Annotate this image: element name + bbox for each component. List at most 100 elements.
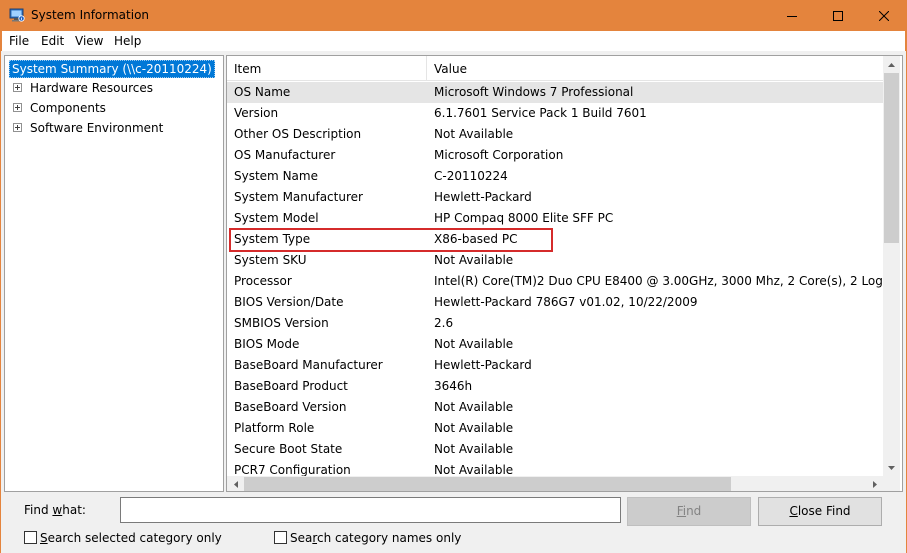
close-window-button[interactable] bbox=[861, 0, 907, 31]
checkbox-label: Search selected category only bbox=[40, 530, 222, 546]
expand-icon[interactable] bbox=[13, 123, 22, 132]
cell-item: OS Name bbox=[234, 85, 291, 99]
minimize-button[interactable] bbox=[769, 0, 815, 31]
table-row[interactable]: System SKU Not Available bbox=[227, 250, 883, 271]
column-header-value[interactable]: Value bbox=[434, 62, 467, 76]
cell-value: X86-based PC bbox=[434, 232, 518, 246]
maximize-button[interactable] bbox=[815, 0, 861, 31]
table-row[interactable]: OS Name Microsoft Windows 7 Professional bbox=[227, 82, 883, 103]
title-bar: System Information bbox=[0, 0, 907, 31]
column-divider[interactable] bbox=[426, 56, 427, 81]
scroll-right-button[interactable] bbox=[866, 476, 883, 491]
vertical-scroll-thumb[interactable] bbox=[884, 73, 899, 243]
cell-value: C-20110224 bbox=[434, 169, 508, 183]
cell-item: System Name bbox=[234, 169, 318, 183]
cell-item: System SKU bbox=[234, 253, 307, 267]
category-tree[interactable]: System Summary (\\c-20110224) Hardware R… bbox=[4, 55, 224, 492]
menu-view[interactable]: View bbox=[75, 34, 103, 48]
column-header-item[interactable]: Item bbox=[234, 62, 261, 76]
list-header: Item Value bbox=[227, 56, 883, 81]
horizontal-scroll-thumb[interactable] bbox=[244, 477, 731, 491]
cell-item: BaseBoard Manufacturer bbox=[234, 358, 383, 372]
checkbox-box[interactable] bbox=[274, 531, 287, 544]
window-title: System Information bbox=[31, 8, 150, 22]
table-row[interactable]: BaseBoard Version Not Available bbox=[227, 397, 883, 418]
cell-item: Other OS Description bbox=[234, 127, 362, 141]
table-row[interactable]: System Type X86-based PC bbox=[227, 229, 883, 250]
table-row[interactable]: SMBIOS Version 2.6 bbox=[227, 313, 883, 334]
scroll-up-button[interactable] bbox=[883, 56, 900, 73]
cell-value: 2.6 bbox=[434, 316, 454, 330]
cell-item: BIOS Mode bbox=[234, 337, 300, 351]
close-icon bbox=[879, 10, 889, 21]
chevron-up-icon bbox=[888, 62, 895, 67]
table-row[interactable]: System Name C-20110224 bbox=[227, 166, 883, 187]
cell-value: Intel(R) Core(TM)2 Duo CPU E8400 @ 3.00G… bbox=[434, 274, 883, 288]
cell-value: Hewlett-Packard bbox=[434, 358, 532, 372]
button-accelerator: Fi bbox=[676, 504, 687, 518]
cell-item: BaseBoard Version bbox=[234, 400, 347, 414]
cell-item: BaseBoard Product bbox=[234, 379, 348, 393]
vertical-scrollbar[interactable] bbox=[883, 56, 900, 476]
search-category-names-checkbox[interactable]: Search category names only bbox=[274, 530, 464, 546]
search-selected-category-checkbox[interactable]: Search selected category only bbox=[24, 530, 224, 546]
table-row[interactable]: BaseBoard Manufacturer Hewlett-Packard bbox=[227, 355, 883, 376]
table-row[interactable]: Secure Boot State Not Available bbox=[227, 439, 883, 460]
minimize-icon bbox=[787, 15, 797, 17]
table-row[interactable]: Platform Role Not Available bbox=[227, 418, 883, 439]
label-text: Find bbox=[24, 503, 53, 517]
find-what-input[interactable] bbox=[120, 497, 621, 523]
table-row[interactable]: BIOS Version/Date Hewlett-Packard 786G7 v… bbox=[227, 292, 883, 313]
chevron-right-icon bbox=[872, 481, 877, 488]
cell-value: Microsoft Windows 7 Professional bbox=[434, 85, 634, 99]
close-find-button[interactable]: Close Find bbox=[758, 497, 882, 526]
cell-value: 6.1.7601 Service Pack 1 Build 7601 bbox=[434, 106, 647, 120]
find-what-label: Find what: bbox=[24, 502, 86, 518]
tree-item-system-summary[interactable]: System Summary (\\c-20110224) bbox=[9, 59, 215, 79]
menu-bar: File Edit View Help bbox=[1, 31, 906, 51]
horizontal-scrollbar[interactable] bbox=[227, 476, 883, 491]
cell-value: Hewlett-Packard 786G7 v01.02, 10/22/2009 bbox=[434, 295, 698, 309]
list-rows: OS Name Microsoft Windows 7 Professional V… bbox=[227, 82, 883, 476]
cell-value: Not Available bbox=[434, 463, 514, 476]
label-accelerator: S bbox=[40, 531, 48, 545]
table-row[interactable]: BaseBoard Product 3646h bbox=[227, 376, 883, 397]
label-accelerator: w bbox=[52, 503, 63, 517]
menu-help[interactable]: Help bbox=[114, 34, 141, 48]
cell-item: BIOS Version/Date bbox=[234, 295, 344, 309]
table-row[interactable]: Version 6.1.7601 Service Pack 1 Build 760… bbox=[227, 103, 883, 124]
cell-value: 3646h bbox=[434, 379, 473, 393]
label-text: Sea bbox=[290, 531, 313, 545]
maximize-icon bbox=[833, 10, 843, 21]
table-row[interactable]: PCR7 Configuration Not Available bbox=[227, 460, 883, 476]
cell-value: Not Available bbox=[434, 337, 514, 351]
details-list[interactable]: Item Value OS Name Microsoft Windows 7 Pr… bbox=[226, 55, 903, 492]
cell-item: Secure Boot State bbox=[234, 442, 343, 456]
button-accelerator: C bbox=[789, 504, 798, 518]
cell-value: HP Compaq 8000 Elite SFF PC bbox=[434, 211, 614, 225]
cell-item: System Manufacturer bbox=[234, 190, 363, 204]
scroll-left-button[interactable] bbox=[227, 476, 244, 491]
cell-item: System Model bbox=[234, 211, 319, 225]
table-row[interactable]: System Model HP Compaq 8000 Elite SFF PC bbox=[227, 208, 883, 229]
checkbox-box[interactable] bbox=[24, 531, 37, 544]
table-row[interactable]: System Manufacturer Hewlett-Packard bbox=[227, 187, 883, 208]
menu-file[interactable]: File bbox=[9, 34, 29, 48]
cell-value: Microsoft Corporation bbox=[434, 148, 564, 162]
table-row[interactable]: BIOS Mode Not Available bbox=[227, 334, 883, 355]
label-text: earch selected category only bbox=[47, 531, 222, 545]
cell-value: Not Available bbox=[434, 400, 514, 414]
cell-value: Hewlett-Packard bbox=[434, 190, 532, 204]
menu-edit[interactable]: Edit bbox=[41, 34, 64, 48]
cell-item: SMBIOS Version bbox=[234, 316, 329, 330]
cell-value: Not Available bbox=[434, 421, 514, 435]
scroll-down-button[interactable] bbox=[883, 459, 900, 476]
table-row[interactable]: Processor Intel(R) Core(TM)2 Duo CPU E840… bbox=[227, 271, 883, 292]
expand-icon[interactable] bbox=[13, 83, 22, 92]
tree-item-label: Software Environment bbox=[30, 121, 164, 135]
table-row[interactable]: OS Manufacturer Microsoft Corporation bbox=[227, 145, 883, 166]
label-text: hat: bbox=[62, 503, 86, 517]
find-button[interactable]: Find bbox=[627, 497, 751, 526]
expand-icon[interactable] bbox=[13, 103, 22, 112]
table-row[interactable]: Other OS Description Not Available bbox=[227, 124, 883, 145]
